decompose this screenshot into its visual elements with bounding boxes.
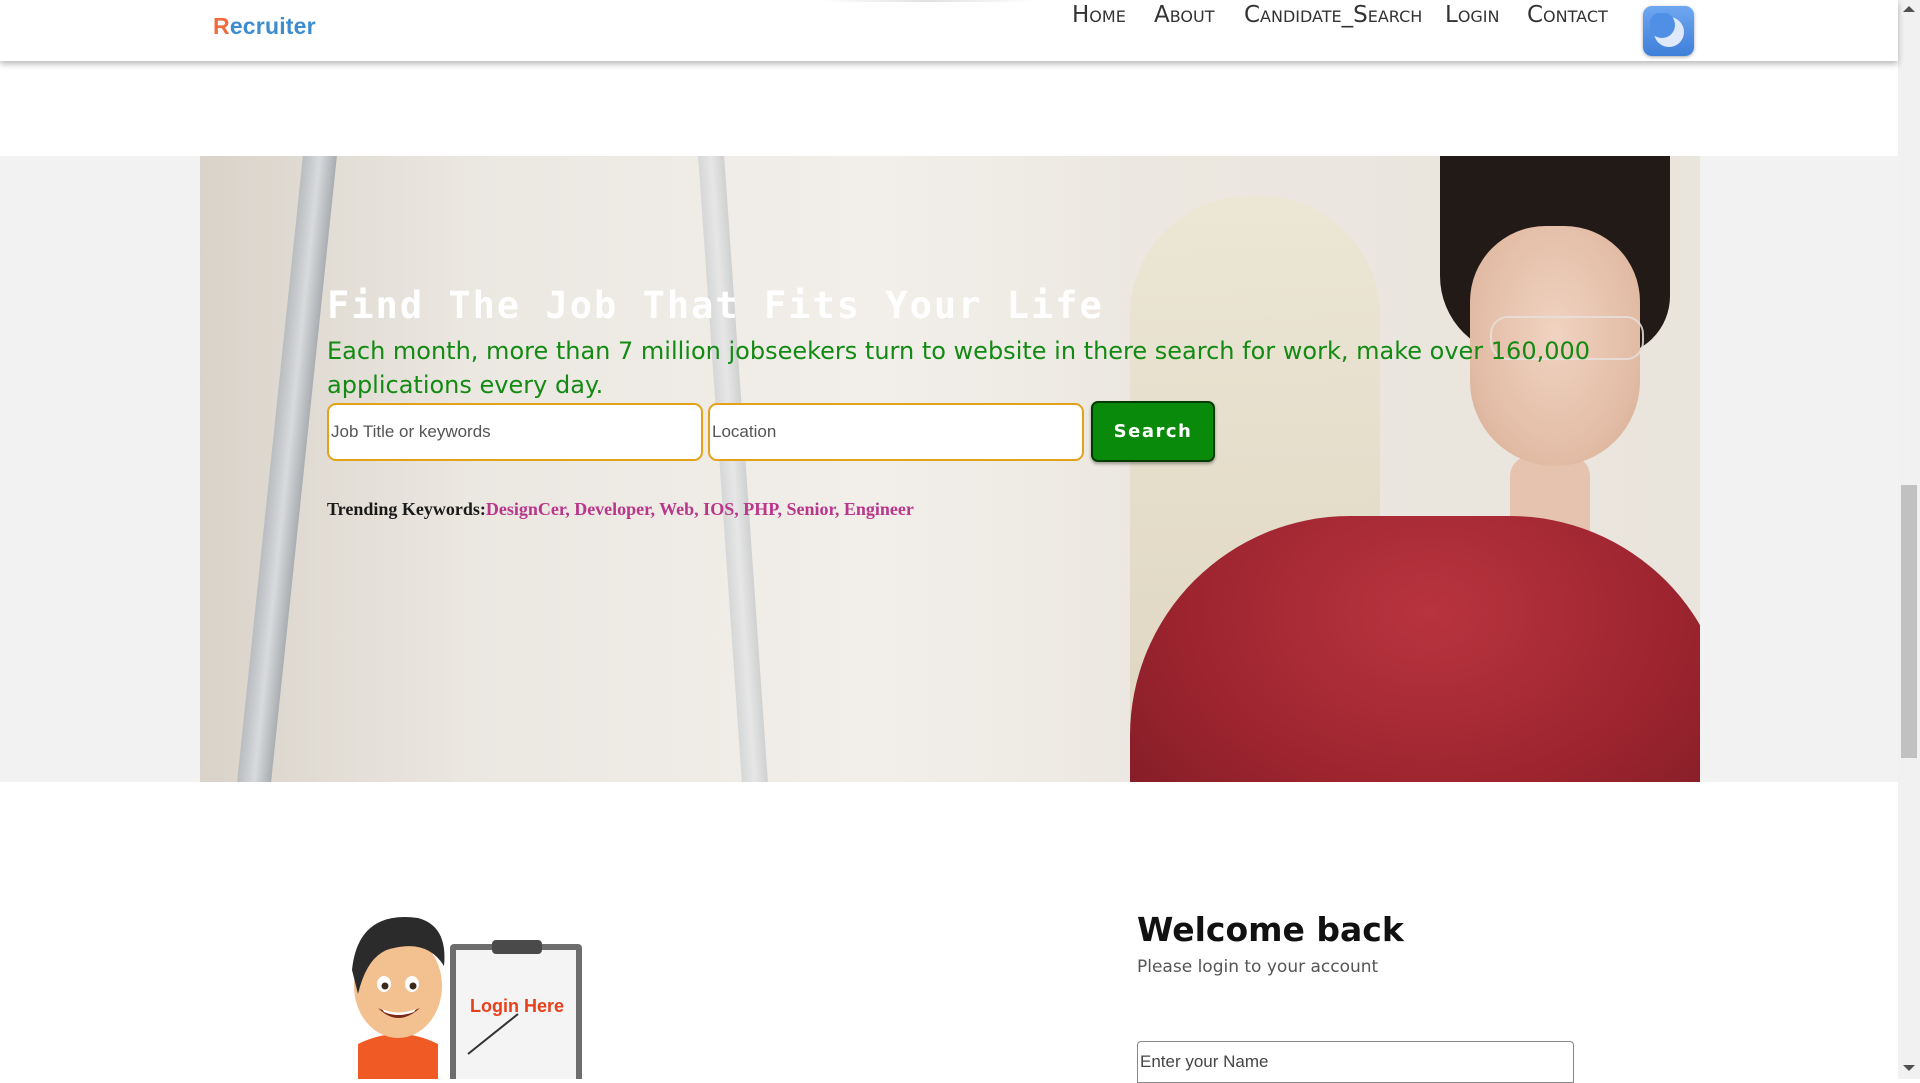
nav-candidate-search-link[interactable]: Candidate_Search: [1244, 2, 1422, 28]
job-title-input[interactable]: [327, 403, 703, 461]
trending-keywords: Trending Keywords:DesignCer, Developer, …: [327, 499, 914, 520]
nav-top-line: [820, 0, 1035, 2]
logo[interactable]: Recruiter: [213, 13, 316, 40]
login-title: Welcome back: [1137, 910, 1404, 949]
search-button[interactable]: Search: [1091, 401, 1215, 462]
logo-first-letter: R: [213, 13, 230, 39]
scroll-thumb[interactable]: [1901, 485, 1917, 758]
location-input[interactable]: [708, 403, 1084, 461]
illustration-caption: Login Here: [470, 996, 565, 1016]
name-input[interactable]: [1137, 1041, 1574, 1083]
trending-keyword-list[interactable]: DesignCer, Developer, Web, IOS, PHP, Sen…: [486, 499, 914, 519]
hero-content: Find The Job That Fits Your Life Each mo…: [200, 156, 1700, 782]
nav-home-link[interactable]: Home: [1072, 2, 1126, 28]
login-subtitle: Please login to your account: [1137, 957, 1379, 977]
trending-label: Trending Keywords:: [327, 499, 486, 519]
nav-about-link[interactable]: About: [1154, 2, 1215, 28]
scroll-down-arrow-icon[interactable]: [1903, 1065, 1915, 1071]
hero-subtitle: Each month, more than 7 million jobseeke…: [327, 337, 1591, 399]
logo-text: ecruiter: [229, 13, 316, 39]
scroll-up-arrow-icon[interactable]: [1903, 6, 1915, 12]
navbar: Recruiter Home About Candidate_Search Lo…: [0, 0, 1898, 61]
theme-toggle-button[interactable]: [1643, 6, 1694, 56]
moon-icon: [1650, 13, 1684, 47]
login-illustration: [352, 917, 582, 1079]
nav-contact-link[interactable]: Contact: [1527, 2, 1608, 28]
hero-title: Find The Job That Fits Your Life: [327, 284, 1104, 327]
hero-section: Find The Job That Fits Your Life Each mo…: [200, 156, 1700, 782]
page-scrollbar[interactable]: [1898, 0, 1920, 1079]
nav-login-link[interactable]: Login: [1445, 2, 1500, 28]
